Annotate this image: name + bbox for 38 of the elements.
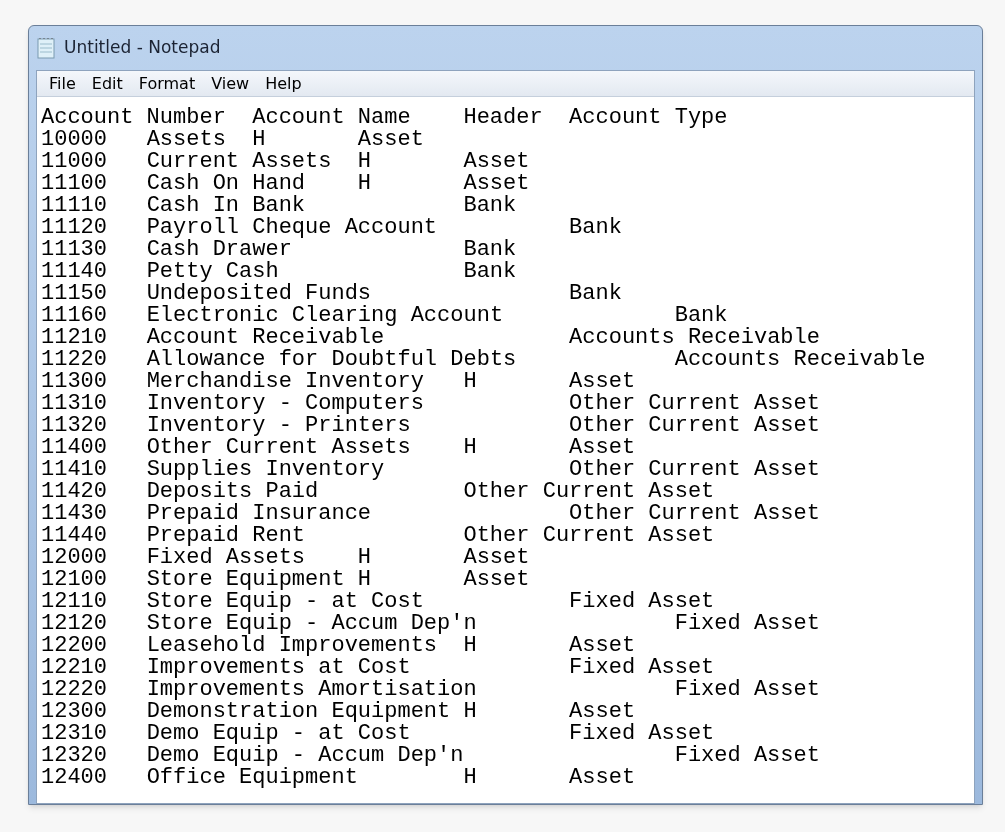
text-line: 12320 Demo Equip - Accum Dep'n Fixed Asset (41, 745, 820, 767)
text-line: 11120 Payroll Cheque Account Bank (41, 217, 622, 239)
text-line: 12210 Improvements at Cost Fixed Asset (41, 657, 715, 679)
text-line: 12110 Store Equip - at Cost Fixed Asset (41, 591, 715, 613)
text-line: 11430 Prepaid Insurance Other Current Asset (41, 503, 820, 525)
text-line: 11410 Supplies Inventory Other Current Asset (41, 459, 820, 481)
text-line: 11300 Merchandise Inventory H Asset (41, 371, 636, 393)
notepad-icon (36, 37, 56, 59)
menu-item[interactable]: Help (257, 71, 310, 96)
text-line: 11110 Cash In Bank Bank (41, 195, 517, 217)
text-line: 11320 Inventory - Printers Other Current Asset (41, 415, 820, 437)
text-line: 11130 Cash Drawer Bank (41, 239, 517, 261)
menu-item[interactable]: File (41, 71, 84, 96)
text-line: 11210 Account Receivable Accounts Receivable (41, 327, 820, 349)
text-line: 12000 Fixed Assets H Asset (41, 547, 530, 569)
text-line: 11140 Petty Cash Bank (41, 261, 517, 283)
text-line: 12310 Demo Equip - at Cost Fixed Asset (41, 723, 715, 745)
text-line: 11150 Undeposited Funds Bank (41, 283, 622, 305)
text-line: 11310 Inventory - Computers Other Current Asset (41, 393, 820, 415)
text-line: 11220 Allowance for Doubtful Debts Accounts Receivable (41, 349, 926, 371)
menu-item[interactable]: Format (130, 71, 204, 96)
window-title: Untitled - Notepad (64, 36, 221, 60)
text-line: 12100 Store Equipment H Asset (41, 569, 530, 591)
text-line: 12120 Store Equip - Accum Dep'n Fixed Asset (41, 613, 820, 635)
text-line: 11420 Deposits Paid Other Current Asset (41, 481, 715, 503)
text-line: 12200 Leasehold Improvements H Asset (41, 635, 636, 657)
text-line: 11400 Other Current Assets H Asset (41, 437, 636, 459)
text-line: 11160 Electronic Clearing Account Bank (41, 305, 728, 327)
text-line: Account Number Account Name Header Account Type (41, 107, 728, 129)
text-line: 12300 Demonstration Equipment H Asset (41, 701, 636, 723)
text-line: 12220 Improvements Amortisation Fixed Asset (41, 679, 820, 701)
menu-item[interactable]: Edit (83, 71, 131, 96)
text-line: 11440 Prepaid Rent Other Current Asset (41, 525, 715, 547)
text-line: 12400 Office Equipment H Asset (41, 767, 636, 789)
text-line: 11100 Cash On Hand H Asset (41, 173, 530, 195)
menu-item[interactable]: View (203, 71, 258, 96)
text-line: 10000 Assets H Asset (41, 129, 424, 151)
text-line: 11000 Current Assets H Asset (41, 151, 530, 173)
